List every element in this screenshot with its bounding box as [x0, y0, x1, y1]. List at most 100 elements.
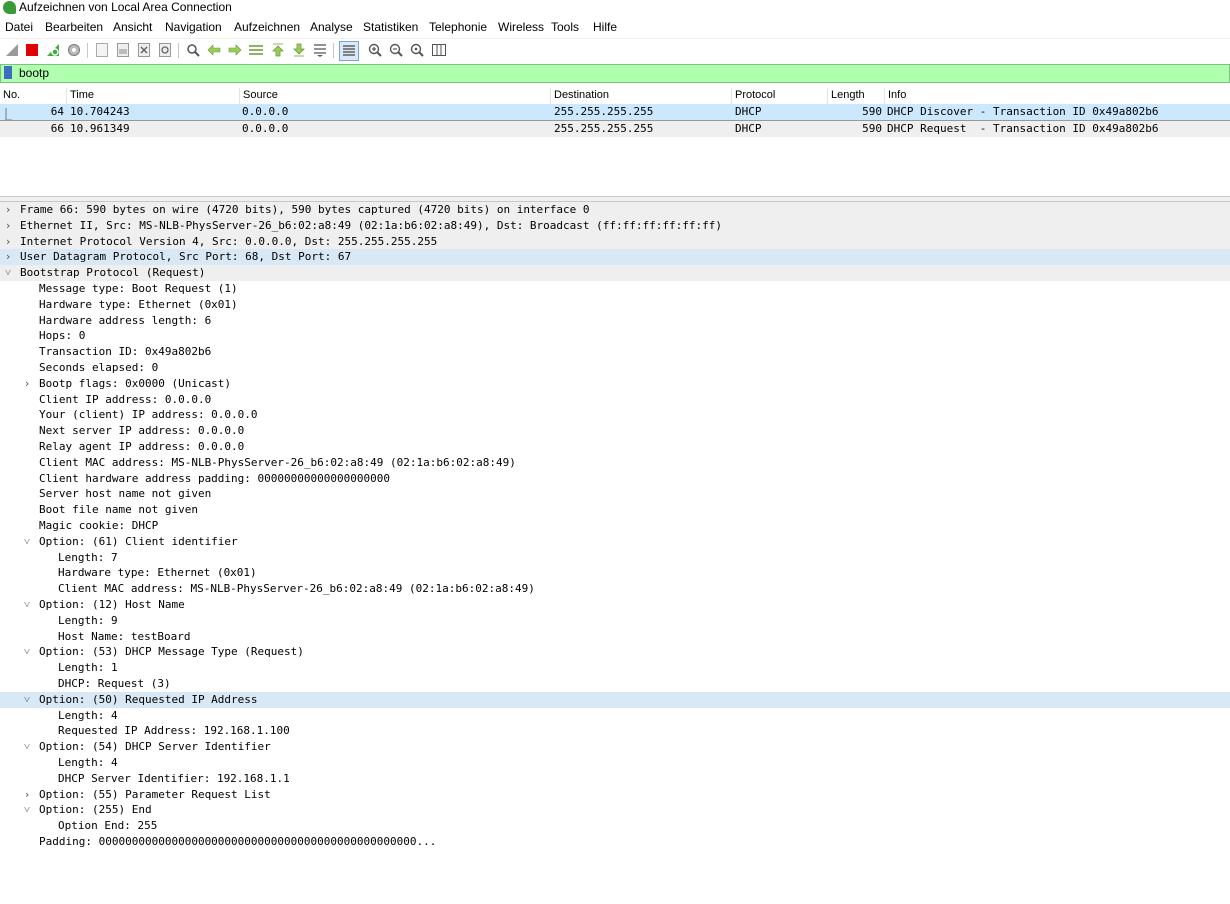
collapse-arrow-icon[interactable]: ›	[3, 218, 13, 233]
last-packet-icon[interactable]	[291, 42, 307, 58]
detail-row[interactable]: Requested IP Address: 192.168.1.100	[0, 723, 1230, 739]
detail-row[interactable]: Length: 9	[0, 613, 1230, 629]
column-header-length[interactable]: Length	[827, 88, 865, 104]
detail-row[interactable]: ˅ Option: (255) End	[0, 802, 1230, 818]
menu-wireless[interactable]: Wireless	[498, 20, 544, 35]
collapse-arrow-icon[interactable]: ›	[3, 202, 13, 217]
expand-arrow-icon[interactable]: ˅	[3, 265, 13, 280]
detail-row[interactable]: Relay agent IP address: 0.0.0.0	[0, 439, 1230, 455]
restart-icon[interactable]	[45, 42, 61, 58]
column-header-time[interactable]: Time	[66, 88, 94, 104]
packet-row-selected[interactable]: 66 10.961349 0.0.0.0 255.255.255.255 DHC…	[0, 120, 1230, 137]
detail-row[interactable]: Length: 4	[0, 708, 1230, 724]
collapse-arrow-icon[interactable]: ›	[3, 249, 13, 264]
shark-fin-start-icon[interactable]	[4, 42, 20, 58]
menu-tools[interactable]: Tools	[551, 20, 579, 35]
display-filter-input[interactable]: bootp	[19, 66, 49, 81]
detail-row[interactable]: › Internet Protocol Version 4, Src: 0.0.0…	[0, 233, 1230, 250]
go-forward-icon[interactable]	[227, 42, 243, 58]
open-file-icon[interactable]	[94, 42, 110, 58]
zoom-in-icon[interactable]	[367, 42, 383, 58]
column-header-info[interactable]: Info	[884, 88, 906, 104]
menu-ansicht[interactable]: Ansicht	[113, 20, 152, 35]
expand-arrow-icon[interactable]: ˅	[22, 802, 32, 817]
column-header-protocol[interactable]: Protocol	[731, 88, 775, 104]
detail-row[interactable]: › Ethernet II, Src: MS-NLB-PhysServer-26_…	[0, 217, 1230, 234]
detail-row[interactable]: ˅ Option: (53) DHCP Message Type (Request…	[0, 644, 1230, 660]
detail-row[interactable]: Padding: 0000000000000000000000000000000…	[0, 834, 1230, 850]
detail-row[interactable]: ˅ Bootstrap Protocol (Request)	[0, 265, 1230, 282]
detail-row[interactable]: Hops: 0	[0, 328, 1230, 344]
collapse-arrow-icon[interactable]: ›	[22, 787, 32, 802]
column-header-destination[interactable]: Destination	[550, 88, 609, 104]
detail-row[interactable]: Hardware address length: 6	[0, 313, 1230, 329]
detail-row[interactable]: ˅ Option: (54) DHCP Server Identifier	[0, 739, 1230, 755]
auto-scroll-icon[interactable]	[312, 42, 328, 58]
resize-columns-icon[interactable]	[431, 42, 447, 58]
detail-row[interactable]: Hardware type: Ethernet (0x01)	[0, 565, 1230, 581]
zoom-normal-icon[interactable]	[409, 42, 425, 58]
detail-row[interactable]: Client MAC address: MS-NLB-PhysServer-26…	[0, 581, 1230, 597]
menu-analyse[interactable]: Analyse	[310, 20, 353, 35]
detail-row[interactable]: ˅ Option: (61) Client identifier	[0, 534, 1230, 550]
zoom-out-icon[interactable]	[388, 42, 404, 58]
detail-row[interactable]: Message type: Boot Request (1)	[0, 281, 1230, 297]
detail-row[interactable]: Boot file name not given	[0, 502, 1230, 518]
collapse-arrow-icon[interactable]: ›	[22, 376, 32, 391]
detail-row[interactable]: DHCP Server Identifier: 192.168.1.1	[0, 771, 1230, 787]
go-to-packet-icon[interactable]	[248, 42, 264, 58]
collapse-arrow-icon[interactable]: ›	[3, 234, 13, 249]
detail-row[interactable]: Length: 1	[0, 660, 1230, 676]
menu-datei[interactable]: Datei	[5, 20, 33, 35]
detail-row[interactable]: ˅ Option: (50) Requested IP Address	[0, 691, 1230, 708]
detail-row[interactable]: Server host name not given	[0, 486, 1230, 502]
expand-arrow-icon[interactable]: ˅	[22, 692, 32, 707]
detail-row[interactable]: Seconds elapsed: 0	[0, 360, 1230, 376]
go-back-icon[interactable]	[206, 42, 222, 58]
detail-row[interactable]: Hardware type: Ethernet (0x01)	[0, 297, 1230, 313]
stop-square-icon[interactable]	[24, 42, 40, 58]
detail-row[interactable]: Option End: 255	[0, 818, 1230, 834]
expand-arrow-icon[interactable]: ˅	[22, 644, 32, 659]
menu-statistiken[interactable]: Statistiken	[363, 20, 418, 35]
detail-row[interactable]: Client MAC address: MS-NLB-PhysServer-26…	[0, 455, 1230, 471]
menu-bearbeiten[interactable]: Bearbeiten	[45, 20, 103, 35]
detail-row[interactable]: Client hardware address padding: 0000000…	[0, 471, 1230, 487]
menu-telephonie[interactable]: Telephonie	[429, 20, 487, 35]
display-filter-bar[interactable]: bootp	[0, 64, 1230, 83]
detail-row[interactable]: Length: 4	[0, 755, 1230, 771]
detail-row[interactable]: Magic cookie: DHCP	[0, 518, 1230, 534]
reload-file-icon[interactable]	[157, 42, 173, 58]
colorize-icon[interactable]	[339, 41, 359, 61]
detail-row[interactable]: › User Datagram Protocol, Src Port: 68, D…	[0, 249, 1230, 266]
expand-arrow-icon[interactable]: ˅	[22, 597, 32, 612]
detail-row[interactable]: DHCP: Request (3)	[0, 676, 1230, 692]
detail-row[interactable]: › Frame 66: 590 bytes on wire (4720 bits)…	[0, 202, 1230, 218]
packet-row[interactable]: 64 10.704243 0.0.0.0 255.255.255.255 DHC…	[0, 104, 1230, 121]
first-packet-icon[interactable]	[270, 42, 286, 58]
packet-source: 0.0.0.0	[242, 122, 289, 135]
detail-row[interactable]: Host Name: testBoard	[0, 629, 1230, 645]
close-file-icon[interactable]	[136, 42, 152, 58]
column-header-source[interactable]: Source	[239, 88, 278, 104]
detail-row[interactable]: Length: 7	[0, 550, 1230, 566]
detail-row[interactable]: ˅ Option: (12) Host Name	[0, 597, 1230, 613]
menu-navigation[interactable]: Navigation	[165, 20, 222, 35]
save-file-icon[interactable]	[115, 42, 131, 58]
find-packet-icon[interactable]	[185, 42, 201, 58]
packet-time: 10.704243	[70, 105, 130, 118]
detail-row[interactable]: › Option: (55) Parameter Request List	[0, 787, 1230, 803]
expand-arrow-icon[interactable]: ˅	[22, 739, 32, 754]
menu-aufzeichnen[interactable]: Aufzeichnen	[234, 20, 300, 35]
expand-arrow-icon[interactable]: ˅	[22, 534, 32, 549]
detail-row[interactable]: Your (client) IP address: 0.0.0.0	[0, 407, 1230, 423]
detail-row[interactable]: Next server IP address: 0.0.0.0	[0, 423, 1230, 439]
detail-row[interactable]: Client IP address: 0.0.0.0	[0, 392, 1230, 408]
toolbar-separator	[333, 43, 334, 58]
menu-hilfe[interactable]: Hilfe	[593, 20, 617, 35]
column-header-no[interactable]: No.	[0, 88, 20, 104]
detail-row[interactable]: Transaction ID: 0x49a802b6	[0, 344, 1230, 360]
options-gear-icon[interactable]	[66, 42, 82, 58]
bookmark-icon[interactable]	[4, 66, 12, 79]
detail-row[interactable]: › Bootp flags: 0x0000 (Unicast)	[0, 376, 1230, 392]
